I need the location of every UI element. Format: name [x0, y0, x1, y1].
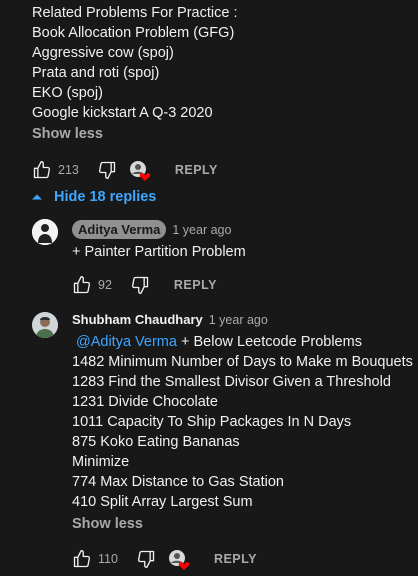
avatar[interactable]: [32, 312, 58, 338]
reply-text: @Aditya Verma + Below Leetcode Problems …: [72, 332, 413, 512]
thumbs-up-icon[interactable]: [32, 160, 52, 180]
show-less-button[interactable]: Show less: [32, 126, 103, 142]
reply-header: Aditya Verma 1 year ago: [72, 220, 231, 239]
thumbs-up-icon[interactable]: [72, 549, 92, 569]
like-count: 213: [58, 163, 79, 177]
comment-line: Prata and roti (spoj): [32, 65, 160, 81]
comment-line: Aggressive cow (spoj): [32, 45, 174, 61]
like-count: 92: [98, 278, 112, 292]
hide-replies-label: Hide 18 replies: [54, 189, 157, 205]
comment-actions: 213 REPLY: [32, 160, 218, 181]
reply-button[interactable]: REPLY: [174, 278, 217, 292]
timestamp[interactable]: 1 year ago: [172, 223, 231, 237]
reply-line: 1011 Capacity To Ship Packages In N Days: [72, 414, 352, 430]
reply-actions: 92 REPLY: [72, 275, 217, 295]
caret-up-icon: [30, 190, 44, 204]
reply-header: Shubham Chaudhary 1 year ago: [72, 312, 268, 327]
show-less-button[interactable]: Show less: [72, 516, 143, 532]
reply-line-rest: + Below Leetcode Problems: [176, 334, 362, 350]
thumbs-up-icon[interactable]: [72, 275, 92, 295]
reply-actions: 110 REPLY: [72, 549, 257, 570]
reply-button[interactable]: REPLY: [214, 552, 257, 566]
timestamp[interactable]: 1 year ago: [209, 313, 268, 327]
hide-replies-toggle[interactable]: Hide 18 replies: [30, 189, 156, 205]
avatar[interactable]: [32, 219, 58, 245]
thumbs-down-icon[interactable]: [136, 549, 156, 569]
reply-line: 1231 Divide Chocolate: [72, 394, 218, 410]
like-count: 110: [98, 552, 118, 566]
reply-button[interactable]: REPLY: [175, 163, 218, 177]
reply-line: Minimize: [72, 454, 130, 470]
creator-heart-icon: [168, 549, 190, 570]
reply-line: 875 Koko Eating Bananas: [72, 434, 240, 450]
author-name[interactable]: Aditya Verma: [72, 220, 167, 239]
reply-line: 1283 Find the Smallest Divisor Given a T…: [72, 374, 391, 390]
author-name[interactable]: Shubham Chaudhary: [72, 312, 203, 327]
thumbs-down-icon[interactable]: [97, 160, 117, 180]
creator-heart-icon: [129, 160, 151, 181]
comment-body: Related Problems For Practice : Book All…: [32, 3, 238, 123]
reply-line: 1482 Minimum Number of Days to Make m Bo…: [72, 354, 413, 370]
reply-text: + Painter Partition Problem: [72, 244, 246, 260]
reply-first-line: @Aditya Verma + Below Leetcode Problems: [72, 332, 413, 352]
comment-line: EKO (spoj): [32, 85, 103, 101]
reply-line: 774 Max Distance to Gas Station: [72, 474, 284, 490]
comment-line: Related Problems For Practice :: [32, 5, 238, 21]
comment-line: Google kickstart A Q-3 2020: [32, 105, 213, 121]
comment-line: Book Allocation Problem (GFG): [32, 25, 235, 41]
mention-link[interactable]: @Aditya Verma: [76, 334, 177, 350]
reply-line: 410 Split Array Largest Sum: [72, 494, 253, 510]
thumbs-down-icon[interactable]: [130, 275, 150, 295]
